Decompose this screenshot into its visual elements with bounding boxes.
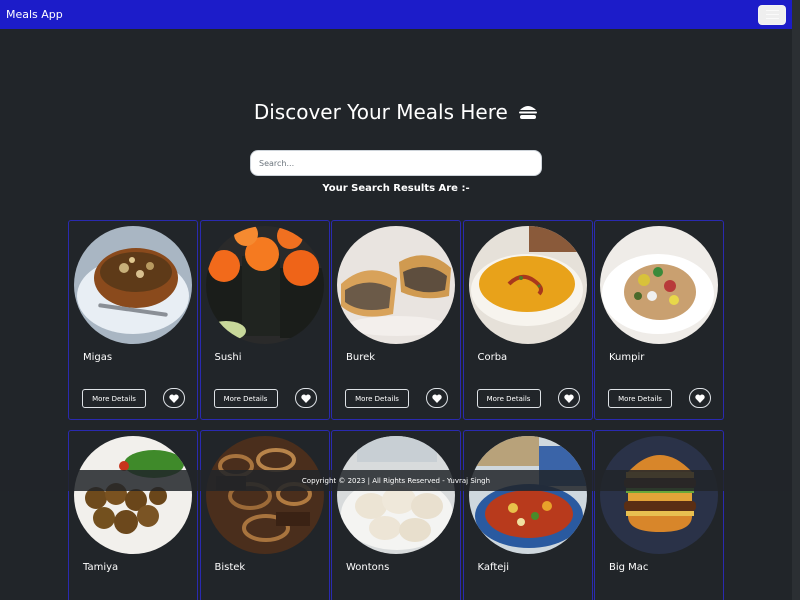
more-details-button[interactable]: More Details <box>345 389 409 408</box>
meal-card-tamiya: Tamiya <box>68 430 198 600</box>
meal-title: Migas <box>83 352 113 363</box>
meal-image-kafteji[interactable] <box>468 436 587 554</box>
heart-icon <box>695 394 705 403</box>
meal-image-bistek[interactable] <box>205 436 324 554</box>
footer: Copyright © 2023 | All Rights Reserved -… <box>0 470 792 491</box>
navbar-toggler-button[interactable] <box>758 4 786 25</box>
meal-title: Kumpir <box>609 352 645 363</box>
meal-title: Tamiya <box>83 562 119 573</box>
more-details-button[interactable]: More Details <box>608 389 672 408</box>
more-details-button[interactable]: More Details <box>213 389 278 408</box>
meal-image-big-mac[interactable] <box>600 436 718 554</box>
heart-icon <box>563 394 574 403</box>
meal-title: Bistek <box>214 562 246 573</box>
heart-icon <box>300 394 311 403</box>
meal-card-kafteji: Kafteji <box>462 430 593 600</box>
meal-card-sushi: Sushi More Details <box>199 220 330 420</box>
page-title: Discover Your Meals Here <box>0 100 792 124</box>
meal-title: Corba <box>477 352 508 363</box>
meal-card-bistek: Bistek <box>199 430 330 600</box>
meal-card-corba: Corba More Details <box>462 220 593 420</box>
navbar-brand[interactable]: Meals App <box>6 8 63 21</box>
meal-title: Burek <box>346 352 376 363</box>
meal-card-big-mac: Big Mac <box>594 430 724 600</box>
meal-image-kumpir[interactable] <box>600 226 718 344</box>
page-title-text: Discover Your Meals Here <box>253 100 508 124</box>
meal-image-burek[interactable] <box>337 226 455 344</box>
search-input[interactable] <box>250 150 542 176</box>
meal-title: Wontons <box>346 562 390 573</box>
page-scrollbar[interactable] <box>792 0 800 600</box>
favorite-button[interactable] <box>689 388 711 408</box>
heart-icon <box>169 394 179 403</box>
meal-card-burek: Burek More Details <box>331 220 461 420</box>
meal-title: Big Mac <box>609 562 649 573</box>
results-label: Your Search Results Are :- <box>322 183 470 194</box>
meal-title: Sushi <box>214 352 242 363</box>
footer-copyright: Copyright © 2023 | All Rights Reserved -… <box>301 476 491 485</box>
heart-icon <box>432 394 442 403</box>
meal-image-wontons[interactable] <box>337 436 455 554</box>
more-details-button[interactable]: More Details <box>476 389 541 408</box>
meal-image-sushi[interactable] <box>205 226 324 344</box>
burger-icon <box>519 106 538 119</box>
more-details-button[interactable]: More Details <box>82 389 146 408</box>
navbar: Meals App <box>0 0 792 29</box>
meal-card-wontons: Wontons <box>331 430 461 600</box>
hamburger-menu-icon <box>765 10 779 11</box>
favorite-button[interactable] <box>163 388 185 408</box>
meal-image-migas[interactable] <box>74 226 192 344</box>
meal-image-corba[interactable] <box>468 226 587 344</box>
meal-title: Kafteji <box>477 562 509 573</box>
favorite-button[interactable] <box>294 388 317 408</box>
meal-card-kumpir: Kumpir More Details <box>594 220 724 420</box>
meal-image-tamiya[interactable] <box>74 436 192 554</box>
meal-card-migas: Migas More Details <box>68 220 198 420</box>
favorite-button[interactable] <box>557 388 580 408</box>
favorite-button[interactable] <box>426 388 448 408</box>
meals-grid: Migas More Details Sushi More Details Bu… <box>68 220 724 600</box>
